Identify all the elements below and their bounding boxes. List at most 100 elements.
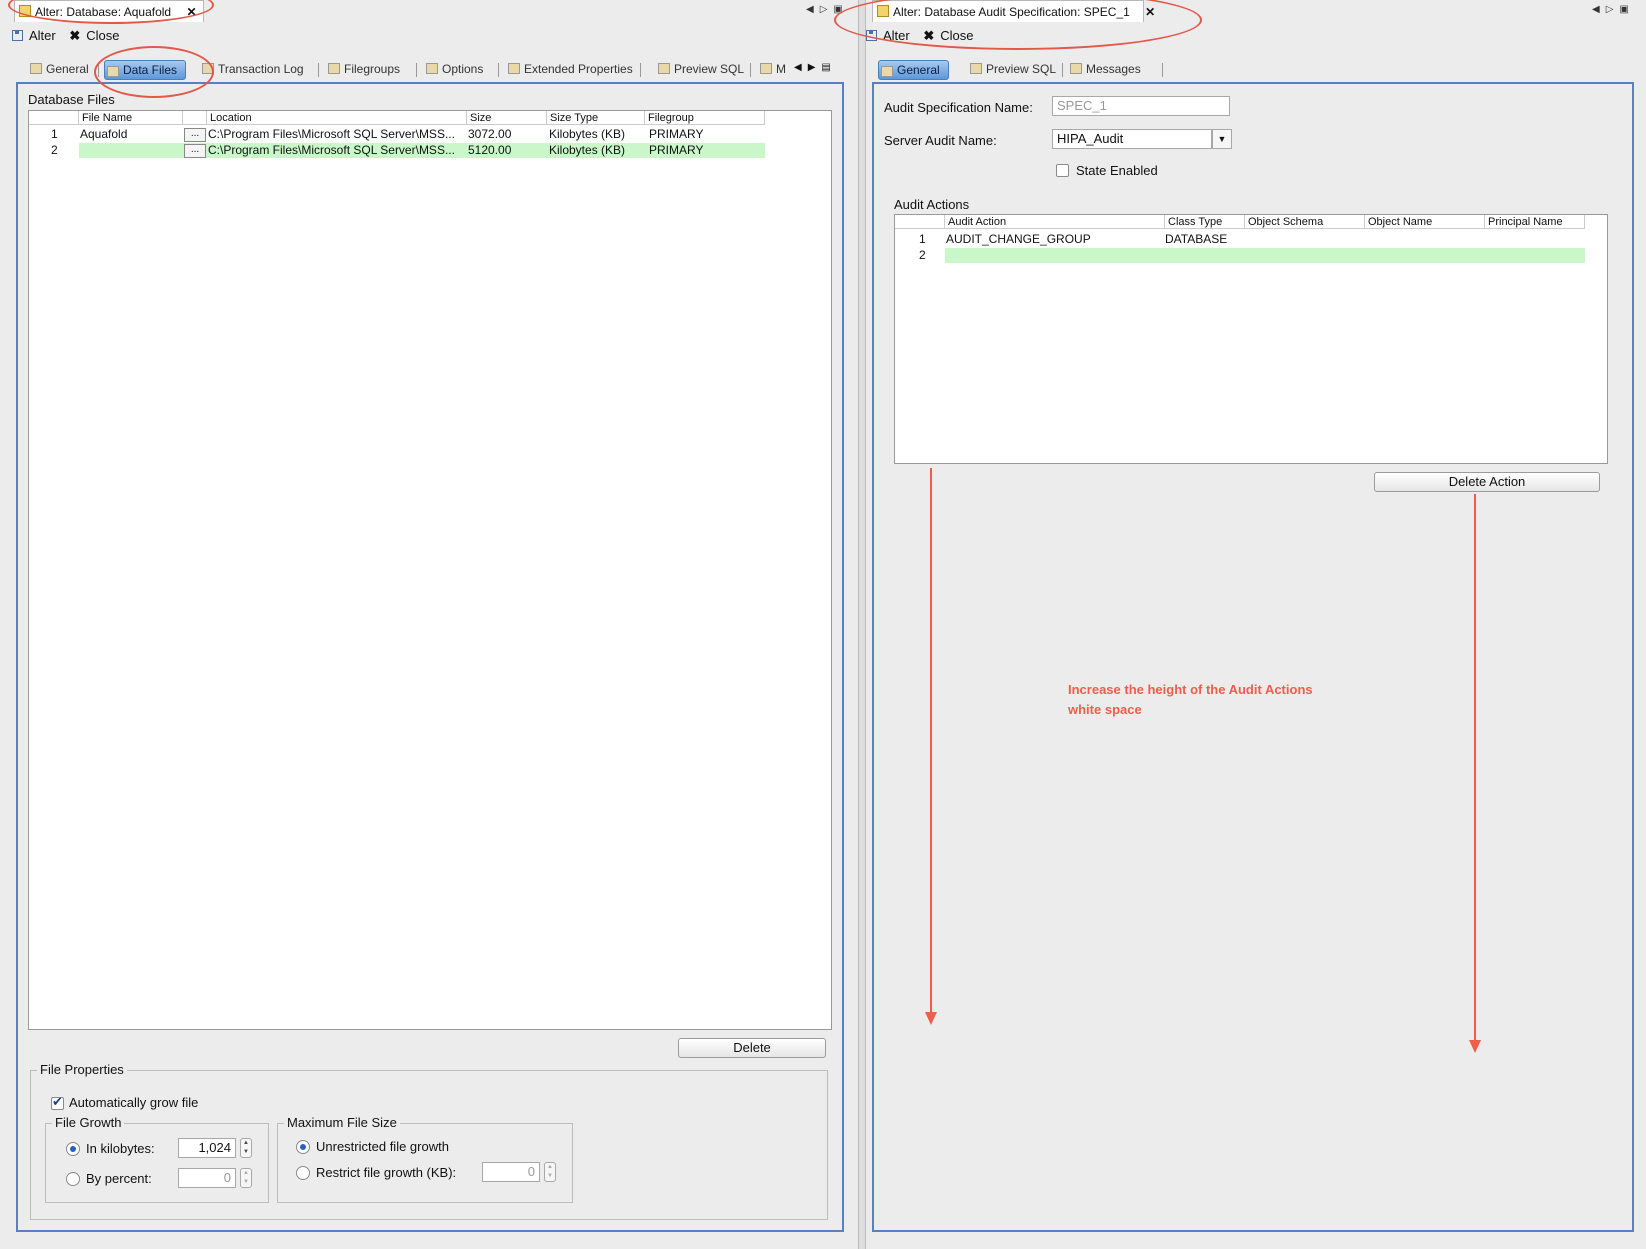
auto-grow-checkbox[interactable] <box>51 1095 64 1110</box>
column-header[interactable]: Class Type <box>1165 215 1245 229</box>
table-icon <box>1070 63 1082 74</box>
left-toolbar: Alter ✖ Close <box>12 26 120 46</box>
annotation-arrowhead-right <box>1469 1040 1481 1053</box>
location-cell[interactable]: C:\Program Files\Microsoft SQL Server\MS… <box>208 127 466 142</box>
left-editor-panel: Alter: Database: Aquafold ✕ ◀▷▣ Alter ✖ C… <box>0 0 858 1249</box>
file-name-cell[interactable]: Aquafold <box>80 127 180 142</box>
auto-grow-label: Automatically grow file <box>69 1095 199 1110</box>
file-properties-group: File Properties Automatically grow file … <box>30 1062 828 1220</box>
row-number: 1 <box>919 232 926 246</box>
database-files-table[interactable]: File Name Location Size Size Type Filegr… <box>28 110 832 1030</box>
grid-icon <box>30 63 42 74</box>
size-cell[interactable]: 3072.00 <box>468 127 511 142</box>
unrestricted-label: Unrestricted file growth <box>316 1139 449 1154</box>
percent-input[interactable]: 0 <box>178 1168 236 1188</box>
state-enabled-label: State Enabled <box>1076 163 1158 178</box>
size-type-cell[interactable]: Kilobytes (KB) <box>549 127 625 142</box>
row-number-header <box>895 215 945 229</box>
browse-button[interactable]: ... <box>184 144 206 158</box>
restrict-input[interactable]: 0 <box>482 1162 540 1182</box>
tab-preview-sql[interactable]: Preview SQL <box>656 58 744 80</box>
database-files-title: Database Files <box>28 92 115 107</box>
column-header[interactable]: File Name <box>79 111 183 125</box>
close-button[interactable]: Close <box>86 28 119 43</box>
column-header[interactable]: Filegroup <box>645 111 765 125</box>
delete-action-button[interactable]: Delete Action <box>1374 472 1600 492</box>
table-icon <box>760 63 772 74</box>
column-header[interactable]: Principal Name <box>1485 215 1585 229</box>
file-name-cell[interactable] <box>80 143 180 158</box>
subtab-scroll-arrows[interactable]: ◀▶▤ <box>794 62 837 73</box>
document-icon <box>658 63 670 74</box>
audit-actions-title: Audit Actions <box>894 197 970 212</box>
split-divider[interactable] <box>858 0 866 1249</box>
unrestricted-radio[interactable] <box>296 1140 310 1154</box>
grid-icon <box>881 66 893 77</box>
left-content-frame: Database Files File Name Location Size S… <box>16 82 844 1232</box>
restrict-radio[interactable] <box>296 1166 310 1180</box>
close-icon: ✖ <box>69 28 81 43</box>
filegroup-cell[interactable]: PRIMARY <box>649 143 703 158</box>
column-header[interactable]: Size <box>467 111 547 125</box>
server-audit-label: Server Audit Name: <box>884 133 997 148</box>
grid-icon <box>508 63 520 74</box>
annotation-arrow-right <box>1474 494 1476 1046</box>
grid-icon <box>328 63 340 74</box>
right-content-frame: Audit Specification Name: SPEC_1 Server … <box>872 82 1634 1232</box>
column-header[interactable]: Size Type <box>547 111 645 125</box>
server-audit-select[interactable]: HIPA_Audit <box>1052 129 1212 149</box>
class-type-cell[interactable]: DATABASE <box>1165 232 1227 247</box>
kilobytes-stepper[interactable]: ▲ ▼ <box>240 1138 252 1158</box>
by-percent-label: By percent: <box>86 1171 152 1186</box>
spec-name-label: Audit Specification Name: <box>884 100 1033 115</box>
delete-button[interactable]: Delete <box>678 1038 826 1058</box>
location-cell[interactable]: C:\Program Files\Microsoft SQL Server\MS… <box>208 143 466 158</box>
tab-messages[interactable]: Messages <box>1068 58 1141 80</box>
annotation-ring-data-files <box>94 46 214 98</box>
document-icon <box>970 63 982 74</box>
tab-nav-arrows[interactable]: ◀▷▣ <box>1592 4 1635 15</box>
tab-transaction-log[interactable]: Transaction Log <box>200 58 304 80</box>
browse-button[interactable]: ... <box>184 128 206 142</box>
column-header[interactable]: Object Name <box>1365 215 1485 229</box>
percent-stepper[interactable]: ▲ ▼ <box>240 1168 252 1188</box>
options-icon <box>426 63 438 74</box>
tab-filegroups[interactable]: Filegroups <box>326 58 400 80</box>
column-header[interactable]: Object Schema <box>1245 215 1365 229</box>
chevron-down-icon[interactable]: ▼ <box>1212 129 1232 149</box>
file-properties-title: File Properties <box>37 1062 127 1077</box>
by-percent-radio[interactable] <box>66 1172 80 1186</box>
max-file-size-title: Maximum File Size <box>284 1115 400 1130</box>
save-icon <box>12 30 23 41</box>
column-header <box>183 111 207 125</box>
alter-button[interactable]: Alter <box>29 28 56 43</box>
column-header[interactable]: Audit Action <box>945 215 1165 229</box>
tab-options[interactable]: Options <box>424 58 483 80</box>
kilobytes-input[interactable]: 1,024 <box>178 1138 236 1158</box>
file-growth-group: File Growth In kilobytes: 1,024 ▲ ▼ By pe… <box>45 1115 269 1203</box>
row-number: 2 <box>919 248 926 262</box>
spec-name-input[interactable]: SPEC_1 <box>1052 96 1230 116</box>
max-file-size-group: Maximum File Size Unrestricted file grow… <box>277 1115 573 1203</box>
in-kilobytes-radio[interactable] <box>66 1142 80 1156</box>
restrict-stepper[interactable]: ▲ ▼ <box>544 1162 556 1182</box>
annotation-arrow-left <box>930 468 932 1018</box>
right-subtabs: General Preview SQL Messages <box>878 58 1638 80</box>
filegroup-cell[interactable]: PRIMARY <box>649 127 703 142</box>
restrict-label: Restrict file growth (KB): <box>316 1165 457 1180</box>
size-type-cell[interactable]: Kilobytes (KB) <box>549 143 625 158</box>
audit-actions-table[interactable]: Audit Action Class Type Object Schema Ob… <box>894 214 1608 464</box>
state-enabled-checkbox[interactable] <box>1056 164 1069 177</box>
file-growth-title: File Growth <box>52 1115 125 1130</box>
right-editor-panel: Alter: Database Audit Specification: SPE… <box>866 0 1646 1249</box>
tab-general[interactable]: General <box>28 58 89 80</box>
row-number-header <box>29 111 79 125</box>
in-kilobytes-label: In kilobytes: <box>86 1141 155 1156</box>
tab-extended-properties[interactable]: Extended Properties <box>506 58 633 80</box>
size-cell[interactable]: 5120.00 <box>468 143 511 158</box>
annotation-arrowhead-left <box>925 1012 937 1025</box>
audit-action-cell[interactable]: AUDIT_CHANGE_GROUP <box>946 232 1091 247</box>
tab-preview-sql[interactable]: Preview SQL <box>968 58 1056 80</box>
column-header[interactable]: Location <box>207 111 467 125</box>
tab-general[interactable]: General <box>878 60 949 80</box>
